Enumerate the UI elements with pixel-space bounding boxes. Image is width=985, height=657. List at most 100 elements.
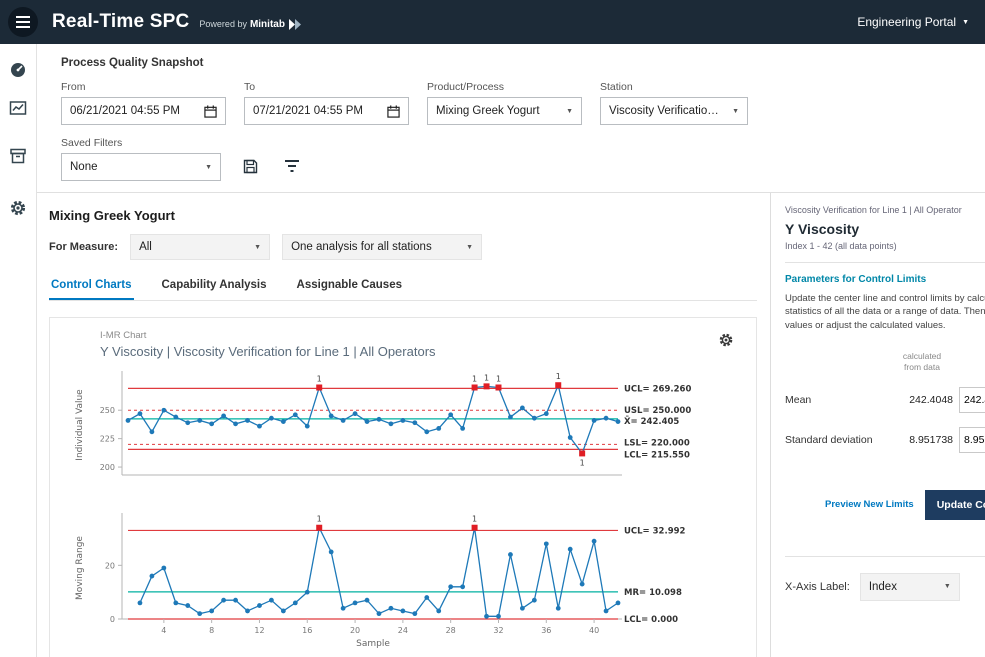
svg-text:Moving Range: Moving Range [75, 536, 85, 600]
main-area: Process Quality Snapshot From 06/21/2021… [37, 44, 985, 657]
imr-chart: 200225250UCL= 269.260USL= 250.000X̄= 242… [58, 359, 748, 657]
preview-new-limits-link[interactable]: Preview New Limits [825, 499, 914, 510]
update-control-limits-button[interactable]: Update Control Limits [925, 490, 985, 520]
analysis-section: Mixing Greek Yogurt For Measure: All ▼ O… [37, 193, 770, 657]
xaxis-label: X-Axis Label: [785, 581, 850, 593]
svg-text:LCL= 215.550: LCL= 215.550 [624, 450, 690, 460]
analysis-mode-select[interactable]: One analysis for all stations ▼ [282, 234, 482, 260]
app-title: Real-Time SPC [52, 11, 189, 33]
for-measure-label: For Measure: [49, 241, 118, 253]
svg-text:UCL= 32.992: UCL= 32.992 [624, 526, 686, 536]
save-filter-button[interactable] [237, 152, 263, 180]
portal-menu[interactable]: Engineering Portal ▼ [857, 0, 969, 44]
to-label: To [244, 81, 409, 93]
panel-context: Viscosity Verification for Line 1 | All … [785, 205, 985, 215]
col-header-line1: calculated [891, 351, 953, 362]
svg-text:225: 225 [100, 435, 115, 444]
svg-text:Individual Value: Individual Value [75, 389, 85, 461]
minitab-logo-icon [288, 19, 302, 30]
params-table: calculated from data Mean 242.4048 Stand… [785, 344, 985, 460]
sidebar-item-charts[interactable] [6, 96, 30, 120]
svg-text:36: 36 [541, 626, 551, 635]
svg-text:1: 1 [580, 458, 585, 467]
svg-text:12: 12 [254, 626, 264, 635]
panel-title: Y Viscosity [785, 221, 985, 237]
svg-text:20: 20 [350, 626, 360, 635]
station-select[interactable]: Viscosity Verification for ... ▼ [600, 97, 748, 125]
calendar-icon [204, 105, 217, 118]
minitab-text: Minitab [250, 19, 285, 30]
to-date-value: 07/21/2021 04:55 PM [253, 105, 363, 117]
product-field: Product/Process Mixing Greek Yogurt ▼ [427, 81, 582, 125]
tab-assignable-causes[interactable]: Assignable Causes [295, 275, 404, 300]
filters-section: Process Quality Snapshot From 06/21/2021… [37, 44, 985, 193]
powered-by-text: Powered by [199, 19, 247, 29]
xaxis-select-value: Index [869, 581, 897, 593]
svg-text:1: 1 [556, 372, 561, 381]
saved-filters-field: Saved Filters None ▼ [61, 137, 221, 181]
product-title: Mixing Greek Yogurt [49, 208, 770, 223]
powered-by: Powered by Minitab [199, 19, 302, 30]
svg-text:40: 40 [589, 626, 599, 635]
app-header: Real-Time SPC Powered by Minitab Enginee… [0, 0, 985, 44]
filter-icon [284, 159, 300, 173]
station-label: Station [600, 81, 748, 93]
tab-capability-analysis[interactable]: Capability Analysis [160, 275, 269, 300]
svg-text:20: 20 [105, 561, 115, 570]
stdev-input[interactable] [959, 427, 985, 453]
xaxis-select[interactable]: Index ▼ [860, 573, 960, 601]
box-icon [9, 147, 27, 165]
chevron-down-icon: ▼ [205, 164, 212, 171]
save-icon [243, 159, 258, 174]
chart-header: I-MR Chart Y Viscosity | Viscosity Verif… [100, 330, 436, 359]
tab-control-charts[interactable]: Control Charts [49, 275, 134, 300]
sidebar-item-products[interactable] [6, 144, 30, 168]
chevron-down-icon: ▼ [254, 244, 261, 251]
measure-select-value: All [139, 241, 152, 253]
chart-settings-button[interactable] [712, 330, 740, 355]
svg-text:0: 0 [110, 615, 115, 624]
calendar-icon [387, 105, 400, 118]
gauge-icon [9, 61, 27, 79]
station-select-value: Viscosity Verification for ... [609, 105, 724, 117]
svg-text:8: 8 [209, 626, 214, 635]
stdev-label: Standard deviation [785, 434, 885, 446]
sidebar [0, 44, 37, 657]
col-header-line2: from data [891, 362, 953, 373]
measure-select[interactable]: All ▼ [130, 234, 270, 260]
product-label: Product/Process [427, 81, 582, 93]
svg-text:Sample: Sample [356, 639, 390, 649]
svg-text:1: 1 [317, 375, 322, 384]
saved-filters-label: Saved Filters [61, 137, 221, 149]
calculated-column-header: calculated from data [891, 351, 953, 373]
from-field: From 06/21/2021 04:55 PM [61, 81, 226, 125]
saved-filters-value: None [70, 161, 98, 173]
portal-menu-label: Engineering Portal [857, 15, 956, 29]
to-field: To 07/21/2021 04:55 PM [244, 81, 409, 125]
menu-button[interactable] [8, 7, 38, 37]
filter-button[interactable] [279, 152, 305, 180]
sidebar-item-settings[interactable] [6, 196, 30, 220]
mean-input[interactable] [959, 387, 985, 413]
svg-text:USL= 250.000: USL= 250.000 [624, 406, 691, 416]
saved-filters-select[interactable]: None ▼ [61, 153, 221, 181]
from-date-input[interactable]: 06/21/2021 04:55 PM [61, 97, 226, 125]
chevron-down-icon: ▼ [962, 19, 969, 26]
right-panel: Viscosity Verification for Line 1 | All … [770, 193, 985, 657]
chevron-down-icon: ▼ [466, 244, 473, 251]
divider [785, 262, 985, 263]
to-date-input[interactable]: 07/21/2021 04:55 PM [244, 97, 409, 125]
chart-icon [9, 99, 27, 117]
section-title: Process Quality Snapshot [61, 57, 985, 69]
divider [785, 556, 985, 557]
product-select[interactable]: Mixing Greek Yogurt ▼ [427, 97, 582, 125]
svg-text:UCL= 269.260: UCL= 269.260 [624, 384, 691, 394]
sidebar-item-dashboard[interactable] [6, 58, 30, 82]
svg-text:200: 200 [100, 463, 115, 472]
chart-card: I-MR Chart Y Viscosity | Viscosity Verif… [49, 317, 757, 657]
svg-text:1: 1 [317, 515, 322, 524]
svg-text:32: 32 [493, 626, 503, 635]
tab-bar: Control Charts Capability Analysis Assig… [49, 275, 757, 301]
svg-text:1: 1 [472, 375, 477, 384]
chart-title: Y Viscosity | Viscosity Verification for… [100, 344, 436, 359]
